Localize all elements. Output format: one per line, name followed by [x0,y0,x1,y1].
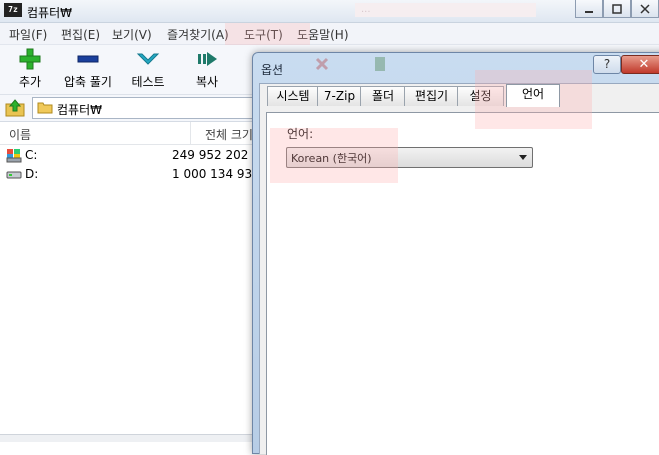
menu-view[interactable]: 보기(V) [112,26,152,43]
copy-button[interactable]: 복사 [177,47,237,90]
language-tab-panel: 언어: Korean (한국어) [266,112,659,455]
test-label: 테스트 [131,75,165,89]
language-dropdown[interactable]: Korean (한국어) [286,147,533,168]
drive-name: C: [25,148,38,162]
copy-label: 복사 [195,75,219,89]
maximize-button[interactable] [603,0,631,18]
tab-7zip[interactable]: 7-Zip [317,86,362,106]
extract-button[interactable]: 압축 풀기 [58,47,118,90]
language-selected-value: Korean (한국어) [291,152,372,165]
dialog-body: 시스템 7-Zip 폴더 편집기 설정 언어 언어: Korean (한국어) [259,83,659,455]
minus-icon [77,55,99,63]
background-window-tab: ... [355,3,536,17]
chevron-down-icon [519,155,527,160]
language-label: 언어: [287,127,314,141]
list-item[interactable]: D: 1 000 134 93... [0,166,264,184]
minimize-icon [585,10,593,13]
ghost-toolbar-icons [315,57,385,71]
address-path: 컴퓨터₩ [57,103,102,117]
window-title: 컴퓨터₩ [27,6,72,20]
folder-icon [37,102,53,114]
tab-settings[interactable]: 설정 [457,86,504,106]
close-icon [640,3,650,14]
menu-bar: 파일(F) 편집(E) 보기(V) 즐겨찾기(A) 도구(T) 도움말(H) [0,23,659,45]
column-name-header[interactable]: 이름 [9,126,31,143]
folder-up-icon [5,99,25,117]
close-window-button[interactable] [631,0,659,18]
tab-system[interactable]: 시스템 [267,86,319,106]
checkmark-icon [136,53,160,65]
maximize-icon [612,3,622,14]
test-button[interactable]: 테스트 [118,47,178,90]
hard-drive-icon [6,171,22,179]
column-size-header[interactable]: 전체 크기 [205,126,253,143]
menu-favorites[interactable]: 즐겨찾기(A) [167,26,229,43]
dialog-title: 옵션 [261,63,284,77]
drive-name: D: [25,167,39,181]
title-bar: 7z 컴퓨터₩ ... [0,0,659,23]
arrow-right-icon [198,52,217,66]
drive-size: 1 000 134 93... [172,167,264,181]
extract-label: 압축 풀기 [64,75,112,89]
column-divider[interactable] [190,122,191,144]
window-controls [575,0,659,20]
minimize-button[interactable] [575,0,603,18]
up-folder-button[interactable] [4,98,26,118]
tab-folders[interactable]: 폴더 [360,86,406,106]
list-item[interactable]: C: 249 952 202 ... [0,147,264,165]
options-dialog: 옵션 ? ✕ 시스템 7-Zip 폴더 편집기 설정 언어 언어: Korean… [252,52,659,455]
add-button[interactable]: 추가 [0,47,60,90]
system-drive-icon [6,149,22,163]
tab-language[interactable]: 언어 [506,84,560,107]
dialog-close-button[interactable]: ✕ [621,55,659,74]
help-button[interactable]: ? [593,55,621,74]
tab-editor[interactable]: 편집기 [404,86,459,106]
plus-icon [19,48,41,70]
drive-size: 249 952 202 ... [172,148,264,162]
app-7zip-icon: 7z [4,3,22,17]
menu-file[interactable]: 파일(F) [9,26,47,43]
menu-edit[interactable]: 편집(E) [61,26,100,43]
add-label: 추가 [18,75,42,89]
